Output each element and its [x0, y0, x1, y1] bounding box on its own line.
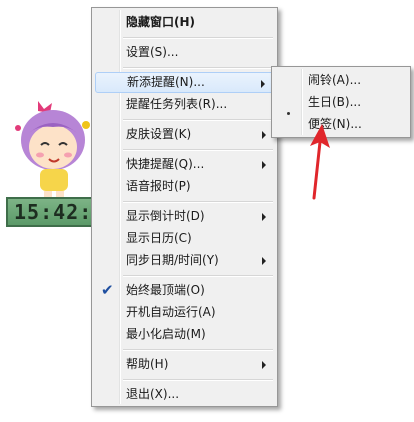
menu-item[interactable]: 隐藏窗口(H): [95, 12, 274, 33]
menu-item-label: 提醒任务列表(R)...: [126, 97, 228, 111]
menu-item[interactable]: 快捷提醒(Q)...: [95, 154, 274, 175]
context-menu: 隐藏窗口(H) 设置(S)... 新添提醒(N)... 提醒任务列表(R)... 皮肤设…: [91, 7, 278, 407]
menu-item-label: 新添提醒(N)...: [127, 75, 205, 89]
menu-item[interactable]: 开机自动运行(A): [95, 302, 274, 323]
menu-item-label: 始终最顶端(O): [126, 283, 205, 297]
menu-item[interactable]: 提醒任务列表(R)...: [95, 94, 274, 115]
cartoon-girl-mascot: [15, 101, 90, 201]
new-reminder-submenu: 闹铃(A)... 生日(B)... 便签(N)...: [271, 66, 411, 138]
menu-separator: [123, 349, 273, 351]
menu-separator: [123, 275, 273, 277]
menu-item[interactable]: 显示日历(C): [95, 228, 274, 249]
submenu-item[interactable]: 闹铃(A)...: [275, 70, 407, 91]
menu-item-label: 快捷提醒(Q)...: [126, 157, 205, 171]
menu-item[interactable]: 同步日期/时间(Y): [95, 250, 274, 271]
menu-item-label: 退出(X)...: [126, 387, 180, 401]
menu-item[interactable]: 显示倒计时(D): [95, 206, 274, 227]
menu-item-label: 设置(S)...: [126, 45, 179, 59]
menu-item[interactable]: 新添提醒(N)...: [95, 72, 274, 93]
menu-item-label: 显示日历(C): [126, 231, 192, 245]
menu-item[interactable]: 最小化启动(M): [95, 324, 274, 345]
menu-item[interactable]: ✔ 始终最顶端(O): [95, 280, 274, 301]
menu-separator: [123, 37, 273, 39]
menu-item[interactable]: 语音报时(P): [95, 176, 274, 197]
menu-separator: [123, 67, 273, 69]
menu-item-label: 隐藏窗口(H): [126, 15, 196, 29]
menu-separator: [123, 119, 273, 121]
cursor-dot: [287, 112, 290, 115]
menu-item-label: 皮肤设置(K): [126, 127, 192, 141]
menu-separator: [123, 201, 273, 203]
submenu-arrow-icon: [262, 161, 266, 169]
menu-item[interactable]: 帮助(H): [95, 354, 274, 375]
menu-separator: [123, 149, 273, 151]
submenu-arrow-icon: [262, 131, 266, 139]
submenu-item[interactable]: 便签(N)...: [275, 114, 407, 135]
menu-item[interactable]: 皮肤设置(K): [95, 124, 274, 145]
submenu-item[interactable]: 生日(B)...: [275, 92, 407, 113]
menu-item-label: 显示倒计时(D): [126, 209, 205, 223]
submenu-arrow-icon: [261, 80, 265, 88]
menu-item-label: 同步日期/时间(Y): [126, 253, 219, 267]
submenu-item-label: 闹铃(A)...: [308, 73, 362, 87]
menu-item-label: 帮助(H): [126, 357, 169, 371]
menu-item[interactable]: 设置(S)...: [95, 42, 274, 63]
submenu-item-label: 生日(B)...: [308, 95, 362, 109]
annotation-arrow-icon: [310, 124, 330, 200]
menu-item-label: 开机自动运行(A): [126, 305, 216, 319]
menu-item[interactable]: 退出(X)...: [95, 384, 274, 405]
menu-item-label: 最小化启动(M): [126, 327, 206, 341]
checkmark-icon: ✔: [101, 281, 114, 299]
submenu-arrow-icon: [262, 361, 266, 369]
digital-clock[interactable]: 15:42:1: [6, 197, 94, 227]
submenu-arrow-icon: [262, 213, 266, 221]
menu-item-label: 语音报时(P): [126, 179, 191, 193]
menu-separator: [123, 379, 273, 381]
submenu-arrow-icon: [262, 257, 266, 265]
